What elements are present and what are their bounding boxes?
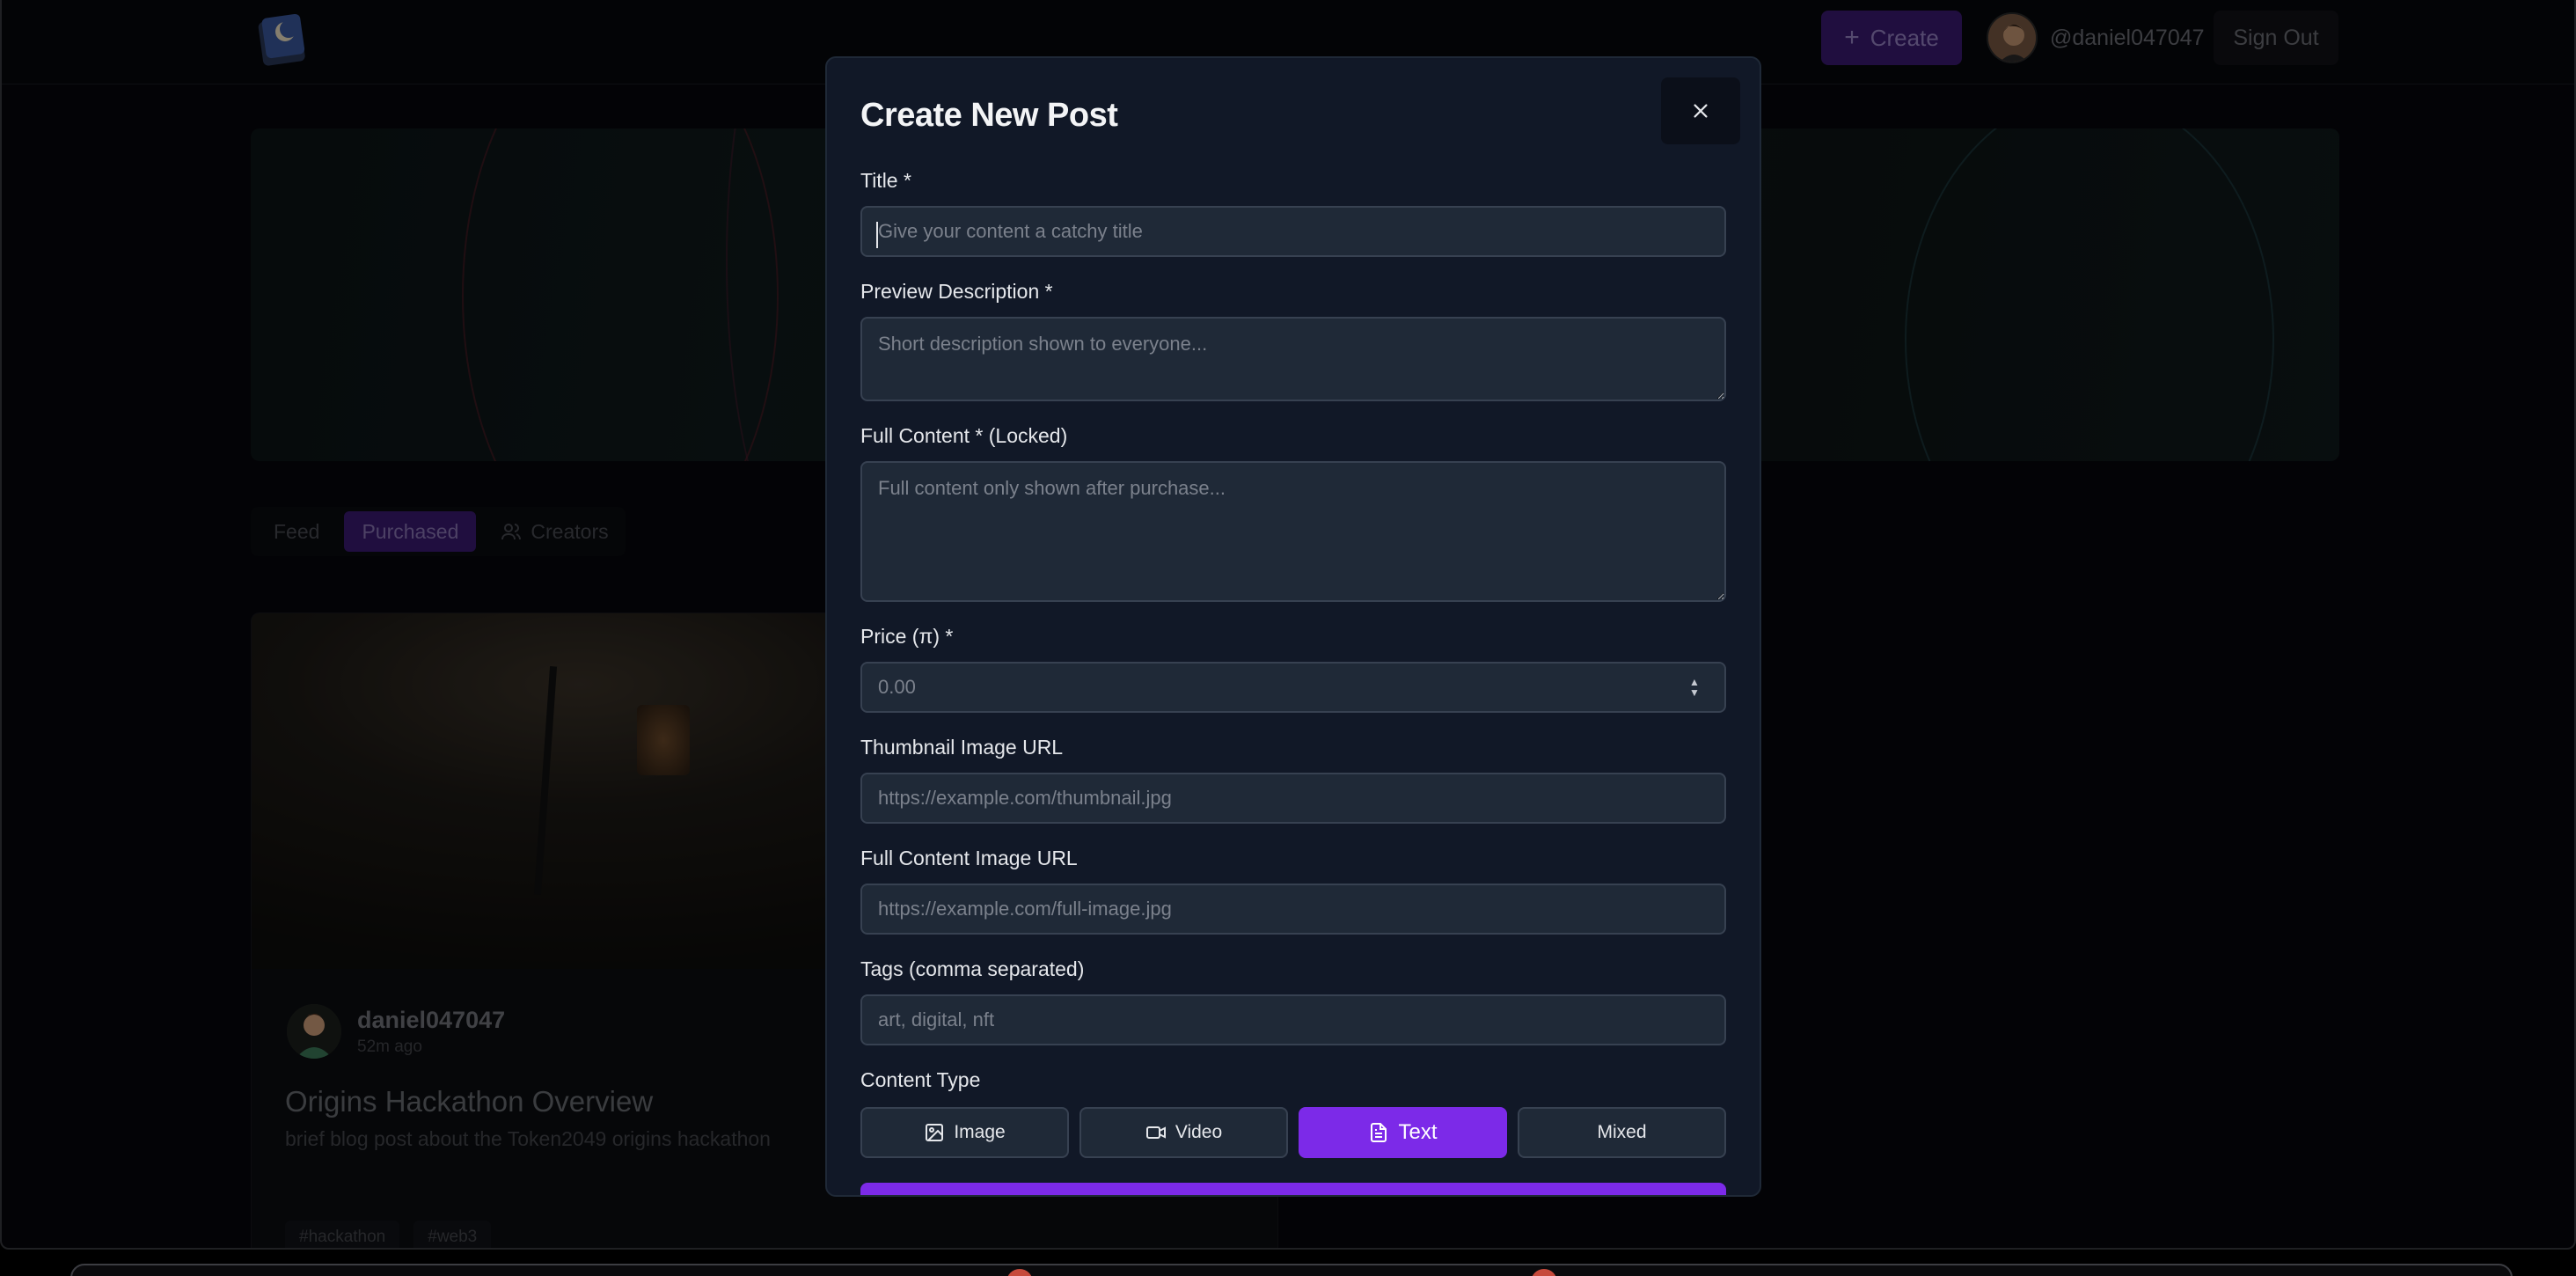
image-icon <box>926 1124 944 1141</box>
text-cursor <box>876 222 878 248</box>
price-label: Price (π) * <box>860 625 954 648</box>
close-button[interactable] <box>1661 77 1740 144</box>
content-type-video-label: Video <box>1175 1122 1223 1142</box>
content-type-mixed-button[interactable]: Mixed <box>1518 1107 1726 1158</box>
thumbnail-url-input[interactable] <box>860 773 1726 824</box>
content-type-selector: Image Video Text Mixed <box>860 1107 1726 1158</box>
create-post-dialog: Create New Post Title * Preview Descript… <box>825 56 1761 1197</box>
preview-description-label: Preview Description * <box>860 280 1053 303</box>
taskbar <box>70 1264 2513 1276</box>
price-input[interactable] <box>860 662 1726 713</box>
content-type-text-button[interactable]: Text <box>1299 1107 1507 1158</box>
title-input[interactable] <box>860 206 1726 257</box>
content-type-label: Content Type <box>860 1068 981 1091</box>
tags-label: Tags (comma separated) <box>860 957 1085 980</box>
full-image-url-label: Full Content Image URL <box>860 847 1078 869</box>
preview-description-input[interactable] <box>860 317 1726 401</box>
full-content-input[interactable] <box>860 461 1726 602</box>
title-label: Title * <box>860 169 911 192</box>
content-type-image-label: Image <box>954 1122 1006 1142</box>
video-icon <box>1145 1126 1166 1139</box>
content-type-image-button[interactable]: Image <box>860 1107 1069 1158</box>
content-type-mixed-label: Mixed <box>1597 1122 1647 1142</box>
submit-button[interactable] <box>860 1183 1726 1195</box>
number-stepper-icon[interactable]: ▲ ▼ <box>1686 674 1703 700</box>
tags-input[interactable] <box>860 994 1726 1045</box>
document-icon <box>1371 1123 1387 1142</box>
full-image-url-input[interactable] <box>860 884 1726 935</box>
close-icon <box>1694 104 1708 118</box>
content-type-video-button[interactable]: Video <box>1079 1107 1288 1158</box>
content-type-text-label: Text <box>1398 1120 1438 1144</box>
full-content-label: Full Content * (Locked) <box>860 424 1068 447</box>
dialog-title: Create New Post <box>860 97 1118 134</box>
thumbnail-url-label: Thumbnail Image URL <box>860 736 1064 759</box>
